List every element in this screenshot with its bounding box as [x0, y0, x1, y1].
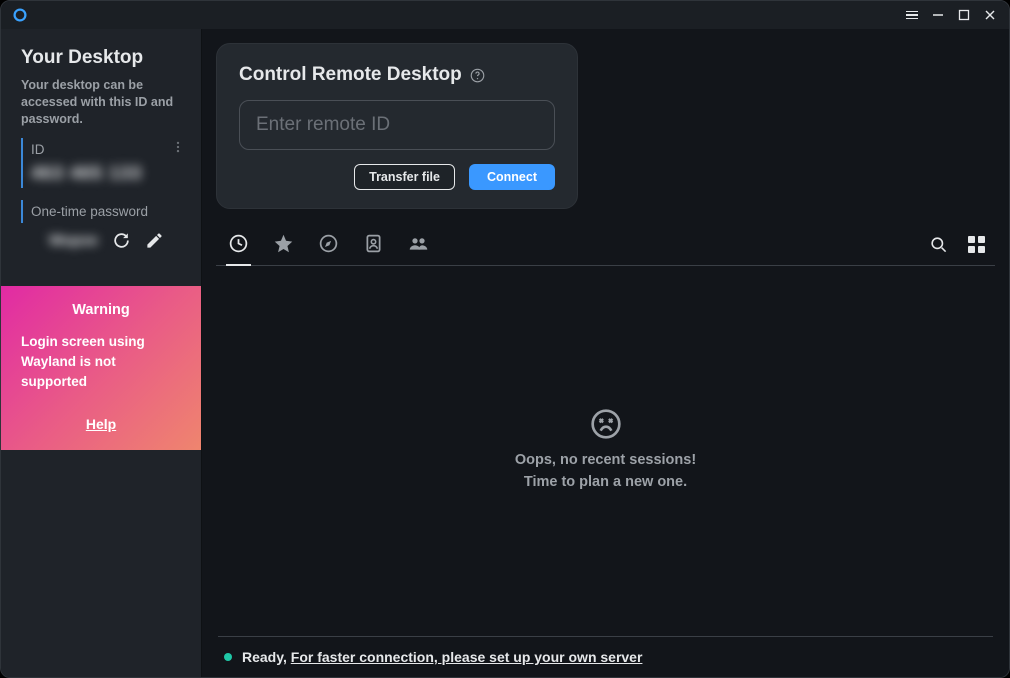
empty-line-2: Time to plan a new one. [524, 472, 687, 494]
control-card: Control Remote Desktop Transfer file Con… [216, 43, 578, 209]
transfer-file-button[interactable]: Transfer file [354, 164, 455, 190]
hamburger-menu-icon[interactable] [899, 4, 925, 26]
sidebar-desc: Your desktop can be accessed with this I… [21, 77, 181, 128]
connect-button[interactable]: Connect [469, 164, 555, 190]
password-value[interactable]: Wupxe [49, 232, 98, 249]
status-ready-label: Ready, [242, 649, 291, 665]
search-icon[interactable] [929, 235, 948, 254]
id-value[interactable]: 463 465 133 [31, 163, 181, 184]
sad-face-icon [590, 408, 622, 440]
warning-text: Login screen using Wayland is not suppor… [21, 332, 181, 393]
tab-address-book[interactable] [361, 223, 386, 266]
window-maximize-button[interactable] [951, 4, 977, 26]
password-label: One-time password [31, 204, 181, 219]
app-window: Your Desktop Your desktop can be accesse… [0, 0, 1010, 678]
more-icon[interactable] [171, 140, 185, 159]
title-bar [1, 1, 1009, 29]
id-section: ID 463 465 133 [21, 138, 181, 188]
tab-favorites[interactable] [271, 223, 296, 266]
tab-recent[interactable] [226, 223, 251, 266]
warning-help-link[interactable]: Help [21, 416, 181, 432]
id-label: ID [31, 142, 181, 157]
password-section: One-time password [21, 200, 181, 223]
status-text: Ready, For faster connection, please set… [242, 649, 642, 665]
sidebar: Your Desktop Your desktop can be accesse… [1, 29, 202, 677]
warning-title: Warning [21, 302, 181, 318]
remote-id-input[interactable] [239, 100, 555, 150]
help-icon[interactable] [470, 68, 485, 83]
tab-strip [216, 223, 995, 266]
empty-line-1: Oops, no recent sessions! [515, 450, 696, 472]
window-close-button[interactable] [977, 4, 1003, 26]
main-body: Your Desktop Your desktop can be accesse… [1, 29, 1009, 677]
edit-icon[interactable] [145, 231, 164, 250]
control-title: Control Remote Desktop [239, 64, 462, 86]
status-link[interactable]: For faster connection, please set up you… [291, 649, 643, 665]
tab-discovered[interactable] [316, 223, 341, 266]
sidebar-title: Your Desktop [21, 47, 181, 69]
status-dot-icon [224, 653, 232, 661]
grid-view-icon[interactable] [968, 236, 985, 253]
window-minimize-button[interactable] [925, 4, 951, 26]
refresh-icon[interactable] [112, 231, 131, 250]
status-bar: Ready, For faster connection, please set… [218, 636, 993, 677]
empty-state: Oops, no recent sessions! Time to plan a… [216, 266, 995, 636]
warning-card: Warning Login screen using Wayland is no… [1, 286, 201, 451]
main-panel: Control Remote Desktop Transfer file Con… [202, 29, 1009, 677]
app-logo-icon [11, 6, 29, 24]
tab-group[interactable] [406, 223, 431, 266]
